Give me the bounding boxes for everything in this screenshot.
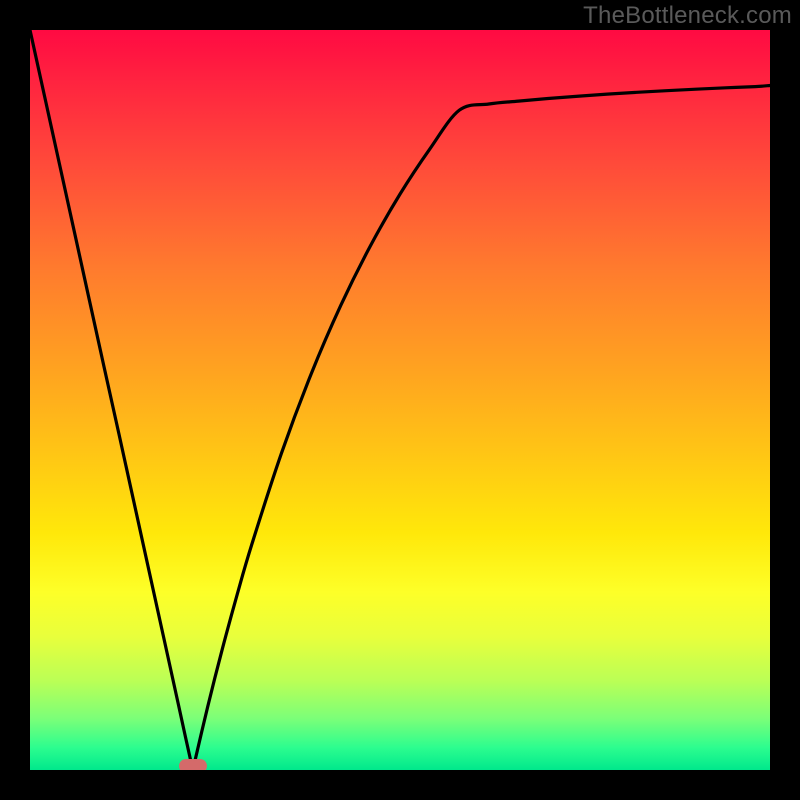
chart-frame: TheBottleneck.com <box>0 0 800 800</box>
optimal-marker <box>179 759 207 770</box>
plot-area <box>30 30 770 770</box>
curve-svg <box>30 30 770 770</box>
bottleneck-curve <box>30 30 770 770</box>
watermark-text: TheBottleneck.com <box>583 2 792 30</box>
